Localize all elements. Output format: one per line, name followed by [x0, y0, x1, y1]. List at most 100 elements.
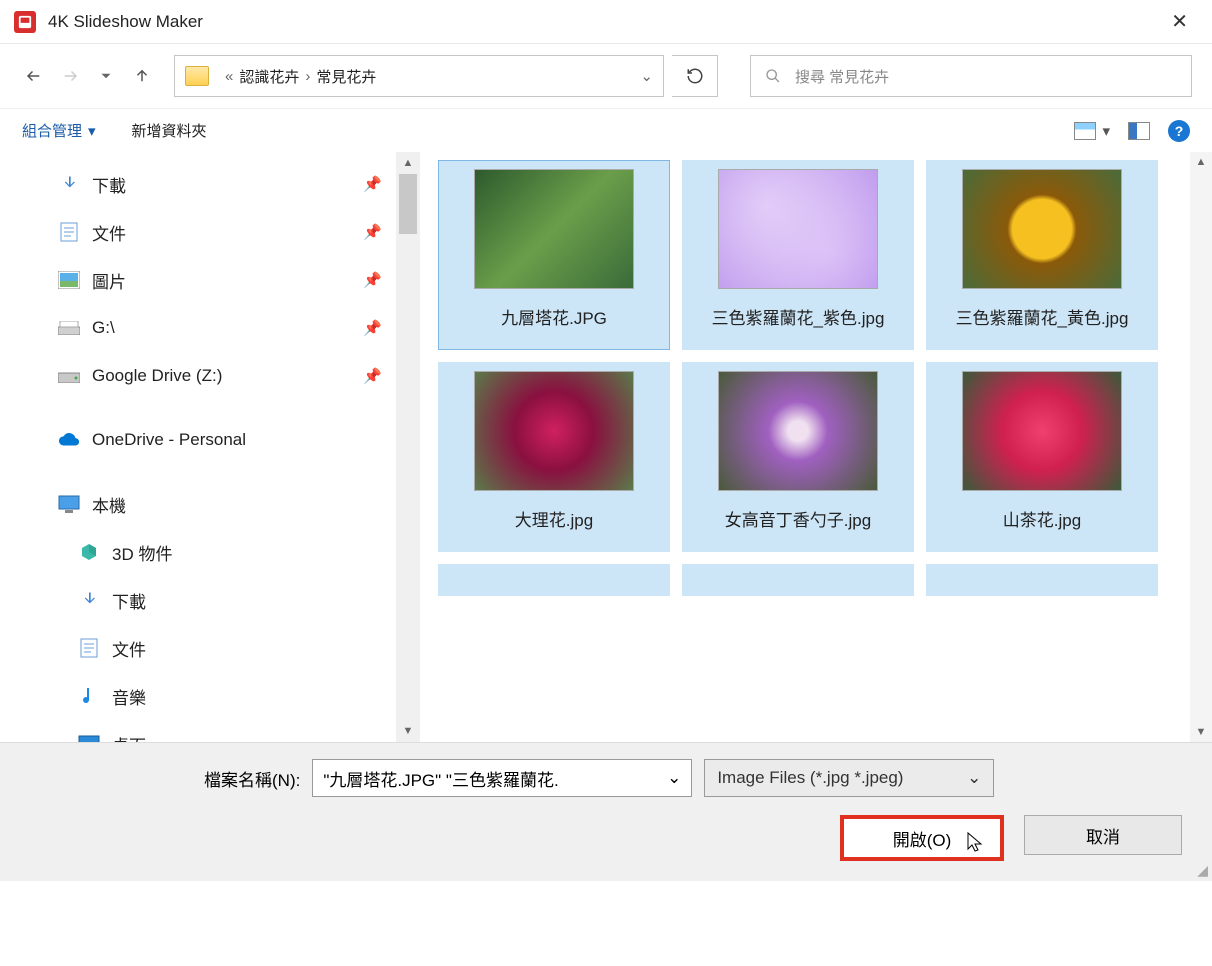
recent-dropdown-icon[interactable] [92, 62, 120, 90]
address-dropdown-icon[interactable]: ⌄ [640, 67, 653, 85]
download-icon [58, 173, 80, 195]
main-area: 下載 📌 文件 📌 圖片📌 G:\ 📌 Google Drive (Z:) 📌 OneDrive … [0, 152, 1212, 742]
filter-value: Image Files (*.jpg *.jpeg) [717, 768, 903, 788]
sidebar: 下載 📌 文件 📌 圖片📌 G:\ 📌 Google Drive (Z:) 📌 OneDrive … [0, 152, 420, 742]
chevron-right-icon[interactable]: › [305, 68, 310, 85]
file-name: 三色紫羅蘭花_黃色.jpg [956, 297, 1129, 341]
sidebar-item-label: OneDrive - Personal [92, 430, 246, 450]
back-icon[interactable] [20, 62, 48, 90]
filename-label: 檔案名稱(N): [204, 766, 300, 791]
file-name: 女高音丁香勺子.jpg [725, 499, 871, 543]
pin-icon: 📌 [363, 367, 382, 385]
address-bar[interactable]: « 認識花卉 › 常見花卉 ⌄ [174, 55, 664, 97]
sidebar-item[interactable]: 本機 [0, 480, 420, 528]
scroll-thumb[interactable] [399, 174, 417, 234]
scroll-down-icon[interactable]: ▼ [396, 720, 420, 742]
file-thumbnail[interactable]: 三色紫羅蘭花_黃色.jpg [926, 160, 1158, 350]
gdrive-icon [58, 365, 80, 387]
sidebar-item[interactable]: OneDrive - Personal [0, 416, 420, 464]
breadcrumb-sep: « [225, 68, 233, 85]
chevron-down-icon[interactable]: ⌄ [967, 768, 981, 788]
thumbnail-image [962, 371, 1122, 491]
music-icon [78, 685, 100, 707]
file-name: 九層塔花.JPG [501, 297, 607, 341]
file-name: 山茶花.jpg [1003, 499, 1081, 543]
app-icon [14, 11, 36, 33]
file-thumbnail[interactable]: 九層塔花.JPG [438, 160, 670, 350]
nav-bar: « 認識花卉 › 常見花卉 ⌄ 搜尋 常見花卉 [0, 44, 1212, 108]
content-scrollbar[interactable]: ▲ ▼ [1190, 152, 1212, 742]
sidebar-item-label: 音樂 [112, 684, 146, 709]
breadcrumb-1[interactable]: 認識花卉 [239, 66, 299, 87]
organize-menu[interactable]: 組合管理 ▾ [22, 120, 96, 141]
onedrive-icon [58, 429, 80, 451]
thumbnail-image [718, 169, 878, 289]
resize-grip-icon[interactable]: ◢ [1197, 862, 1208, 879]
file-name: 三色紫羅蘭花_紫色.jpg [712, 297, 885, 341]
sidebar-item-label: 文件 [92, 220, 126, 245]
sidebar-scrollbar[interactable]: ▲ ▼ [396, 152, 420, 742]
footer: 檔案名稱(N): "九層塔花.JPG" "三色紫羅蘭花. ⌄ Image Fil… [0, 742, 1212, 881]
sidebar-item-label: 本機 [92, 492, 126, 517]
chevron-down-icon[interactable]: ⌄ [667, 768, 681, 788]
search-placeholder: 搜尋 常見花卉 [795, 66, 889, 87]
pin-icon: 📌 [363, 175, 382, 193]
sidebar-item[interactable]: 文件 [0, 624, 420, 672]
sidebar-item-label: Google Drive (Z:) [92, 366, 222, 386]
sidebar-item[interactable]: G:\ 📌 [0, 304, 420, 352]
toolbar: 組合管理 ▾ 新增資料夾 ▾ ? [0, 108, 1212, 152]
thumbnail-image [474, 169, 634, 289]
chevron-down-icon: ▾ [88, 122, 96, 140]
breadcrumb-2[interactable]: 常見花卉 [316, 66, 376, 87]
preview-pane-icon[interactable] [1128, 122, 1150, 140]
filename-input[interactable]: "九層塔花.JPG" "三色紫羅蘭花. ⌄ [312, 759, 692, 797]
pic-icon [58, 269, 80, 291]
help-icon[interactable]: ? [1168, 120, 1190, 142]
view-icon [1074, 122, 1096, 140]
window-title: 4K Slideshow Maker [48, 12, 203, 32]
3d-icon [78, 541, 100, 563]
sidebar-item[interactable]: 文件 📌 [0, 208, 420, 256]
sidebar-item[interactable]: 音樂 [0, 672, 420, 720]
refresh-icon[interactable] [672, 55, 718, 97]
file-thumbnail[interactable]: 大理花.jpg [438, 362, 670, 552]
filename-value: "九層塔花.JPG" "三色紫羅蘭花. [323, 766, 558, 791]
file-thumbnail[interactable]: 山茶花.jpg [926, 362, 1158, 552]
search-icon [765, 68, 781, 84]
up-icon[interactable] [128, 62, 156, 90]
cancel-button[interactable]: 取消 [1024, 815, 1182, 855]
pin-icon: 📌 [363, 319, 382, 337]
scroll-up-icon[interactable]: ▲ [396, 152, 420, 174]
thumbnail-image [474, 371, 634, 491]
view-menu[interactable]: ▾ [1074, 122, 1110, 140]
file-thumbnail[interactable]: 女高音丁香勺子.jpg [682, 362, 914, 552]
sidebar-item-label: 3D 物件 [112, 540, 172, 565]
scroll-down-icon[interactable]: ▼ [1190, 722, 1212, 742]
new-folder-button[interactable]: 新增資料夾 [132, 120, 207, 141]
file-thumbnail[interactable] [438, 564, 670, 596]
search-input[interactable]: 搜尋 常見花卉 [750, 55, 1192, 97]
chevron-down-icon: ▾ [1102, 122, 1110, 140]
open-button[interactable]: 開啟(O) [840, 815, 1004, 861]
thumbnail-image [718, 371, 878, 491]
pin-icon: 📌 [363, 223, 382, 241]
sidebar-item[interactable]: Google Drive (Z:) 📌 [0, 352, 420, 400]
sidebar-item[interactable]: 3D 物件 [0, 528, 420, 576]
file-grid: 九層塔花.JPG 三色紫羅蘭花_紫色.jpg 三色紫羅蘭花_黃色.jpg 大理花.jp… [420, 152, 1212, 742]
close-icon[interactable]: ✕ [1161, 5, 1198, 38]
sidebar-item[interactable]: 圖片📌 [0, 256, 420, 304]
sidebar-item[interactable]: 下載 📌 [0, 160, 420, 208]
download-icon [78, 589, 100, 611]
scroll-up-icon[interactable]: ▲ [1190, 152, 1212, 172]
cursor-icon [966, 831, 984, 853]
file-thumbnail[interactable]: 三色紫羅蘭花_紫色.jpg [682, 160, 914, 350]
file-thumbnail[interactable] [926, 564, 1158, 596]
sidebar-item-label: 下載 [112, 588, 146, 613]
sidebar-item[interactable]: 下載 [0, 576, 420, 624]
sidebar-item-label: 下載 [92, 172, 126, 197]
file-thumbnail[interactable] [682, 564, 914, 596]
doc-icon [58, 221, 80, 243]
pc-icon [58, 493, 80, 515]
sidebar-item-label: G:\ [92, 318, 115, 338]
filetype-filter[interactable]: Image Files (*.jpg *.jpeg) ⌄ [704, 759, 994, 797]
